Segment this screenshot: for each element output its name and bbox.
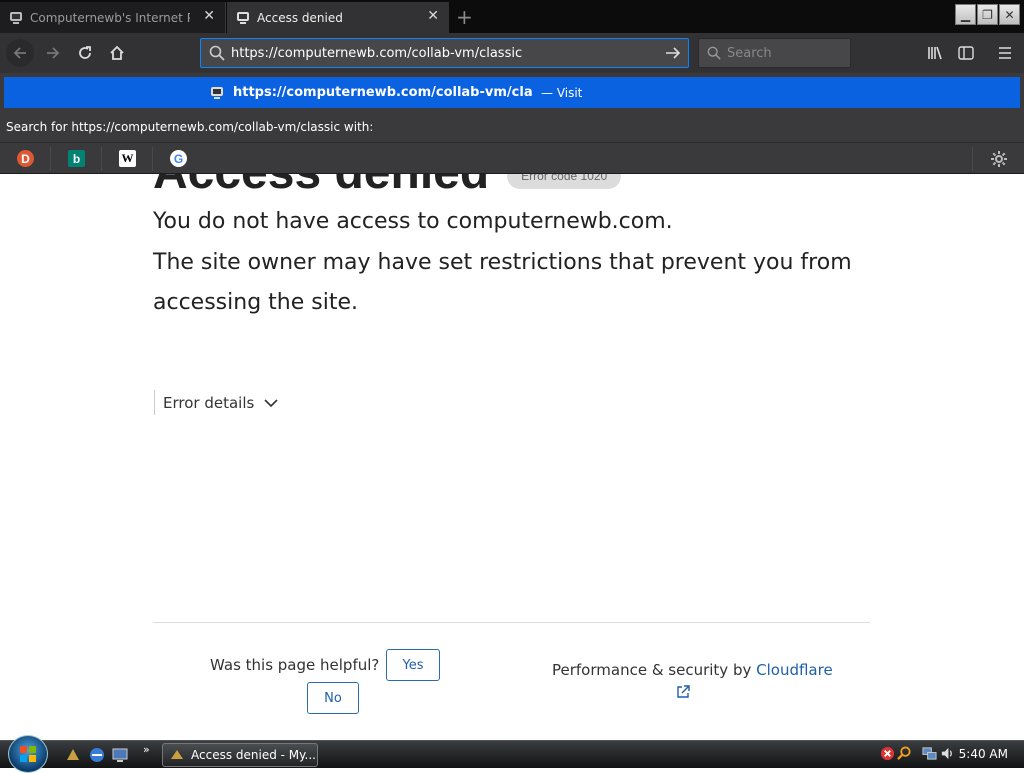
menu-button[interactable] (991, 39, 1019, 67)
close-tab-icon[interactable]: ✕ (203, 8, 215, 24)
google-icon[interactable]: G (170, 150, 187, 167)
reload-icon (79, 46, 91, 59)
cloudflare-link[interactable]: Cloudflare (756, 661, 833, 679)
separator (152, 147, 153, 171)
separator (50, 147, 51, 171)
no-button[interactable]: No (307, 682, 359, 714)
access-message: You do not have access to computernewb.c… (153, 209, 673, 234)
url-input[interactable] (231, 45, 661, 61)
search-bar[interactable] (698, 38, 851, 68)
favicon-icon (209, 85, 225, 101)
windows-logo-icon (20, 746, 36, 762)
suggestion-url: https://computernewb.com/collab-vm/class… (233, 85, 533, 100)
network-icon[interactable] (922, 746, 937, 761)
close-tab-icon[interactable]: ✕ (427, 8, 439, 24)
back-arrow-icon (13, 47, 26, 59)
tab-title: Access denied (257, 10, 343, 25)
restore-button[interactable]: ❐ (977, 4, 998, 25)
expand-quick-launch-icon[interactable]: » (143, 743, 150, 756)
go-arrow-icon[interactable] (664, 44, 682, 62)
visit-suggestion[interactable]: https://computernewb.com/collab-vm/class… (4, 77, 1020, 108)
tab-computernewb[interactable]: Computernewb's Internet Pub ✕ (0, 2, 226, 33)
hamburger-menu-icon (999, 47, 1011, 59)
yes-button[interactable]: Yes (386, 649, 440, 681)
forward-button[interactable] (39, 39, 67, 67)
system-tray: 5:40 AM (864, 741, 1024, 768)
url-autocomplete-popup: https://computernewb.com/collab-vm/class… (0, 73, 1024, 174)
suggestion-action: — Visit (541, 85, 583, 100)
restriction-message-line2: accessing the site. (153, 290, 358, 315)
favicon-icon (10, 11, 22, 24)
tab-title: Computernewb's Internet Pub (30, 10, 190, 25)
library-icon (928, 46, 942, 60)
performance-prefix: Performance & security by (552, 661, 752, 679)
search-input[interactable] (727, 45, 847, 61)
security-alert-icon[interactable] (880, 746, 895, 761)
new-tab-button[interactable]: + (456, 5, 473, 29)
firefox-icon (171, 750, 183, 759)
library-button[interactable] (921, 39, 949, 67)
bing-icon[interactable]: b (68, 150, 85, 167)
back-button[interactable] (6, 39, 34, 67)
search-engine-row: D b W G (0, 142, 1024, 174)
search-with-label: Search for https://computernewb.com/coll… (6, 120, 374, 134)
performance-text: Performance & security by Cloudflare (552, 661, 833, 679)
gear-icon[interactable] (990, 150, 1008, 168)
quick-launch-icon[interactable] (64, 746, 82, 764)
window-controls: ▁ ❐ ✕ (954, 4, 1020, 25)
volume-icon[interactable] (940, 746, 955, 761)
minimize-button[interactable]: ▁ (955, 4, 976, 25)
sidebar-button[interactable] (952, 39, 980, 67)
taskbar-window-title: Access denied - My... (191, 748, 316, 762)
footer-divider (153, 622, 870, 623)
forward-arrow-icon (47, 47, 60, 59)
taskbar-firefox-window[interactable]: Access denied - My... (162, 743, 318, 767)
show-desktop-icon[interactable] (111, 746, 129, 764)
internet-explorer-icon[interactable] (88, 746, 106, 764)
error-details-label: Error details (163, 393, 255, 412)
reload-button[interactable] (71, 39, 99, 67)
tab-access-denied[interactable]: Access denied ✕ (227, 2, 449, 33)
tab-strip: Computernewb's Internet Pub ✕ Access den… (0, 0, 1024, 33)
windows-taskbar: » Access denied - My... 5:40 AM (0, 735, 1024, 773)
navigation-bar (0, 33, 1024, 73)
separator (101, 147, 102, 171)
sidebar-icon (958, 46, 974, 60)
chevron-down-icon (264, 398, 278, 407)
error-details-toggle[interactable]: Error details (154, 390, 278, 415)
home-icon (110, 45, 124, 60)
clock[interactable]: 5:40 AM (959, 747, 1008, 761)
start-button[interactable] (8, 735, 48, 773)
wikipedia-icon[interactable]: W (119, 150, 136, 167)
url-bar[interactable] (200, 38, 689, 68)
restriction-message-line1: The site owner may have set restrictions… (153, 250, 852, 275)
favicon-icon (237, 11, 249, 24)
close-window-button[interactable]: ✕ (999, 4, 1020, 25)
external-link-icon[interactable] (676, 685, 690, 699)
duckduckgo-icon[interactable]: D (17, 150, 34, 167)
home-button[interactable] (103, 39, 131, 67)
magnifier-icon[interactable] (897, 746, 912, 761)
search-icon (209, 45, 225, 61)
helpful-question: Was this page helpful? (210, 656, 380, 674)
search-icon (707, 46, 721, 60)
separator (972, 147, 973, 171)
